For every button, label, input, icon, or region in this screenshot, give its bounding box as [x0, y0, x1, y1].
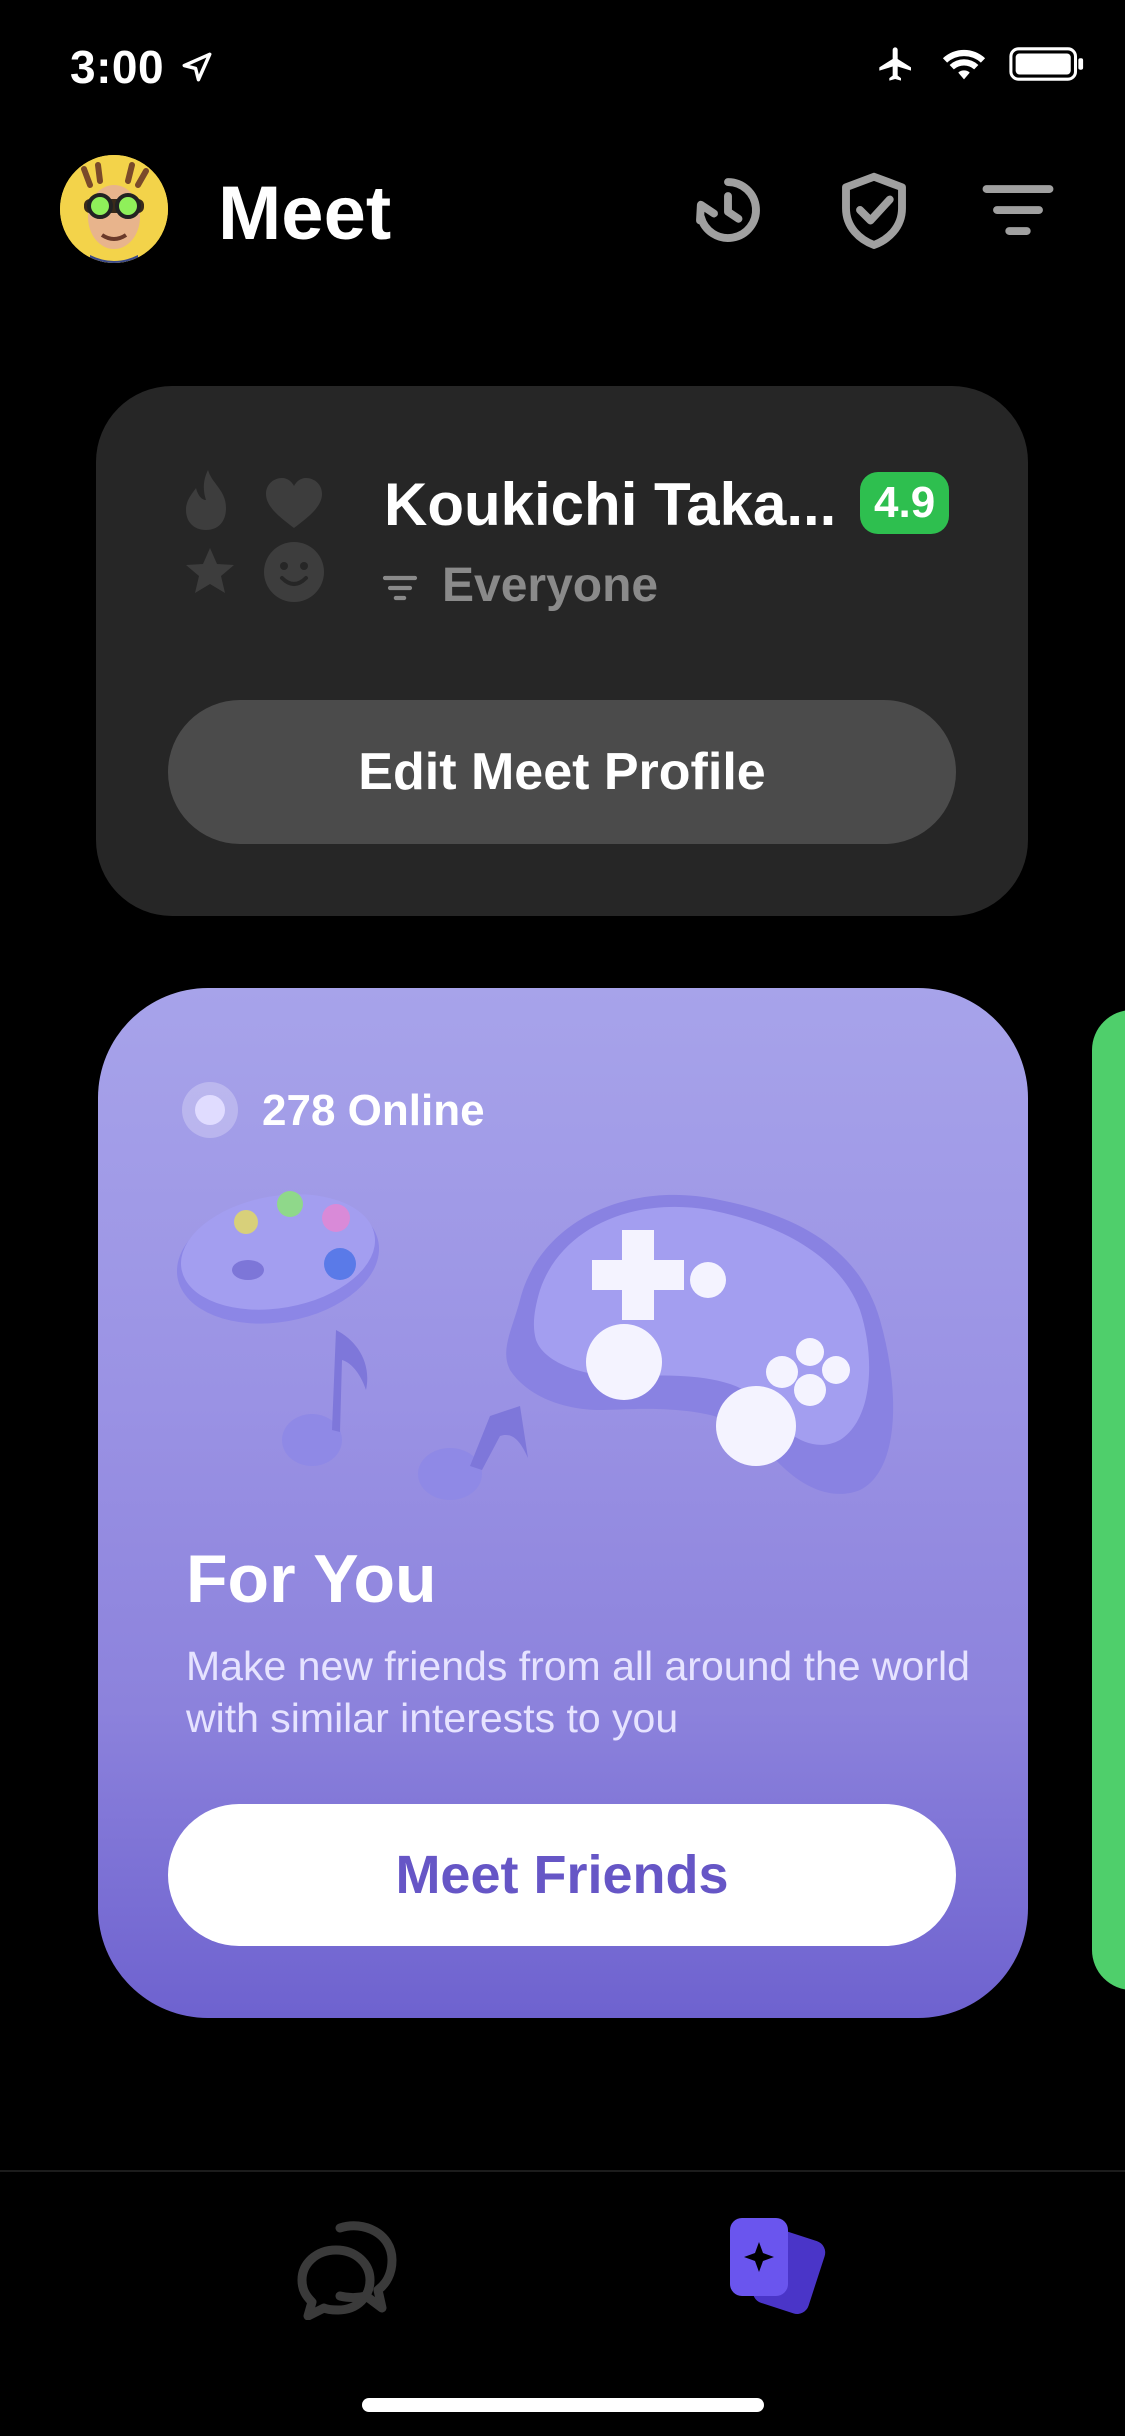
page-title: Meet	[218, 171, 392, 256]
filter-label: Everyone	[442, 559, 659, 612]
for-you-title: For You	[186, 1541, 437, 1617]
meet-cards-icon[interactable]	[722, 2210, 832, 2320]
hobbies-illustration	[176, 1191, 894, 1500]
online-count: 278 Online	[262, 1086, 485, 1135]
rating-badge: 4.9	[860, 472, 950, 534]
wifi-icon	[942, 49, 986, 80]
filter-small-icon	[382, 575, 418, 601]
palette-icon	[176, 1191, 380, 1324]
bitmoji-avatar-icon	[60, 155, 168, 263]
gamepad-icon	[506, 1194, 894, 1494]
flame-icon	[186, 470, 226, 530]
location-arrow-icon	[182, 52, 212, 82]
status-time: 3:00	[70, 41, 165, 93]
for-you-description: Make new friends from all around the wor…	[186, 1643, 970, 1741]
next-card-peek[interactable]	[1092, 1010, 1125, 1990]
chat-icon[interactable]	[288, 2210, 408, 2320]
filter-icon[interactable]	[976, 168, 1060, 252]
profile-name: Koukichi Taka...	[384, 471, 837, 538]
airplane-icon	[879, 47, 911, 81]
meet-friends-button[interactable]: Meet Friends	[168, 1804, 956, 1946]
heart-icon	[266, 478, 322, 528]
smiley-icon	[264, 542, 324, 602]
history-icon[interactable]	[686, 168, 770, 252]
music-note-icon	[282, 1330, 528, 1500]
star-icon	[186, 548, 234, 593]
avatar[interactable]	[60, 155, 168, 263]
edit-meet-profile-button[interactable]: Edit Meet Profile	[168, 700, 956, 844]
nav-divider	[0, 2170, 1125, 2172]
stat-icons	[186, 470, 324, 602]
home-indicator	[362, 2398, 764, 2412]
shield-check-icon[interactable]	[832, 168, 916, 252]
online-indicator	[182, 1082, 238, 1138]
status-icons	[873, 44, 1085, 84]
battery-icon	[1009, 47, 1084, 81]
